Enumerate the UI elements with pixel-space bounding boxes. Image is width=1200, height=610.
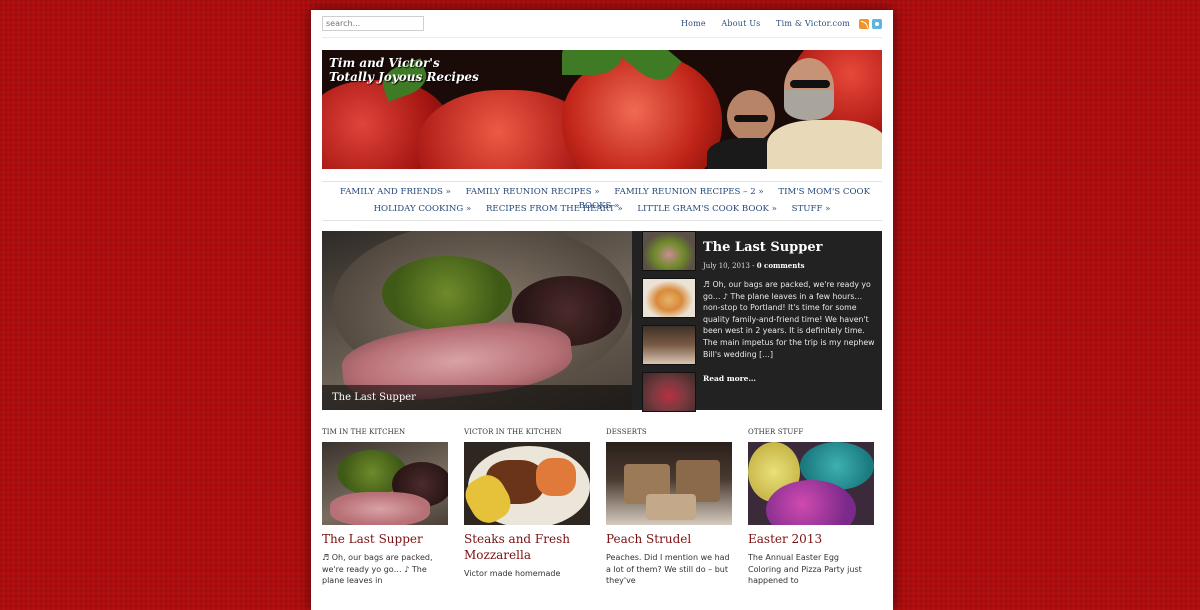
post-excerpt: Victor made homemade <box>464 569 561 578</box>
post-title[interactable]: Steaks and Fresh Mozzarella <box>464 531 590 563</box>
category-column: DESSERTS Peach Strudel Peaches. Did I me… <box>606 428 732 587</box>
category-column: OTHER STUFF Easter 2013 The Annual Easte… <box>748 428 874 587</box>
featured-slider: The Last Supper The Last Supper July 10,… <box>322 231 882 412</box>
rss-icon[interactable] <box>859 19 869 29</box>
nav-little-grams-cook-book[interactable]: LITTLE GRAM'S COOK BOOK » <box>637 204 777 214</box>
post-thumbnail[interactable] <box>464 442 590 525</box>
post-thumbnail[interactable] <box>606 442 732 525</box>
post-excerpt: Peaches. Did I mention we had a lot of t… <box>606 553 730 585</box>
category-column: TIM IN THE KITCHEN The Last Supper ♬ Oh,… <box>322 428 448 587</box>
divider <box>322 37 882 38</box>
home-link[interactable]: Home <box>681 19 706 28</box>
featured-thumbnails <box>642 231 696 419</box>
divider <box>322 220 882 221</box>
divider <box>322 181 882 182</box>
thumbnail[interactable] <box>642 372 696 412</box>
post-title[interactable]: Easter 2013 <box>748 531 874 547</box>
thumbnail[interactable] <box>642 325 696 365</box>
featured-excerpt: ♬ Oh, our bags are packed, we're ready y… <box>703 280 875 359</box>
post-excerpt: ♬ Oh, our bags are packed, we're ready y… <box>322 553 433 585</box>
nav-stuff[interactable]: STUFF » <box>792 204 831 214</box>
thumbnail[interactable] <box>642 231 696 271</box>
banner-title: Tim and Victor's Totally Joyous Recipes <box>329 56 479 84</box>
featured-caption[interactable]: The Last Supper <box>322 385 632 410</box>
search-input[interactable] <box>322 16 424 31</box>
top-nav: Home About Us Tim & Victor.com <box>668 19 850 28</box>
thumbnail[interactable] <box>642 278 696 318</box>
twitter-icon[interactable] <box>872 19 882 29</box>
about-us-link[interactable]: About Us <box>721 19 760 28</box>
banner-title-line2: Totally Joyous Recipes <box>329 70 479 84</box>
header-banner[interactable]: Tim and Victor's Totally Joyous Recipes <box>322 50 882 169</box>
meta-separator: - <box>752 262 755 270</box>
banner-title-line1: Tim and Victor's <box>329 56 440 70</box>
page-container: Home About Us Tim & Victor.com Tim and V… <box>311 10 893 610</box>
post-title[interactable]: Peach Strudel <box>606 531 732 547</box>
top-bar: Home About Us Tim & Victor.com <box>322 16 882 36</box>
nav-recipes-from-the-heart[interactable]: RECIPES FROM THE HEART » <box>486 204 623 214</box>
post-date: July 10, 2013 <box>703 262 750 270</box>
featured-meta: July 10, 2013 - 0 comments <box>703 261 878 270</box>
featured-text: The Last Supper July 10, 2013 - 0 commen… <box>703 231 878 383</box>
read-more-link[interactable]: Read more… <box>703 374 878 383</box>
comments-link[interactable]: 0 comments <box>757 261 805 270</box>
category-heading[interactable]: OTHER STUFF <box>748 428 874 436</box>
featured-title[interactable]: The Last Supper <box>703 240 878 255</box>
main-nav: FAMILY AND FRIENDS » FAMILY REUNION RECI… <box>322 185 882 219</box>
nav-family-and-friends[interactable]: FAMILY AND FRIENDS » <box>340 187 451 197</box>
nav-family-reunion-recipes-2[interactable]: FAMILY REUNION RECIPES – 2 » <box>614 187 763 197</box>
nav-family-reunion-recipes[interactable]: FAMILY REUNION RECIPES » <box>466 187 600 197</box>
post-thumbnail[interactable] <box>748 442 874 525</box>
post-thumbnail[interactable] <box>322 442 448 525</box>
category-heading[interactable]: VICTOR IN THE KITCHEN <box>464 428 590 436</box>
category-column: VICTOR IN THE KITCHEN Steaks and Fresh M… <box>464 428 590 580</box>
post-excerpt: The Annual Easter Egg Coloring and Pizza… <box>748 553 862 585</box>
post-title[interactable]: The Last Supper <box>322 531 448 547</box>
featured-image[interactable]: The Last Supper <box>322 231 632 410</box>
category-heading[interactable]: TIM IN THE KITCHEN <box>322 428 448 436</box>
nav-holiday-cooking[interactable]: HOLIDAY COOKING » <box>374 204 472 214</box>
category-heading[interactable]: DESSERTS <box>606 428 732 436</box>
tim-victor-link[interactable]: Tim & Victor.com <box>776 19 850 28</box>
